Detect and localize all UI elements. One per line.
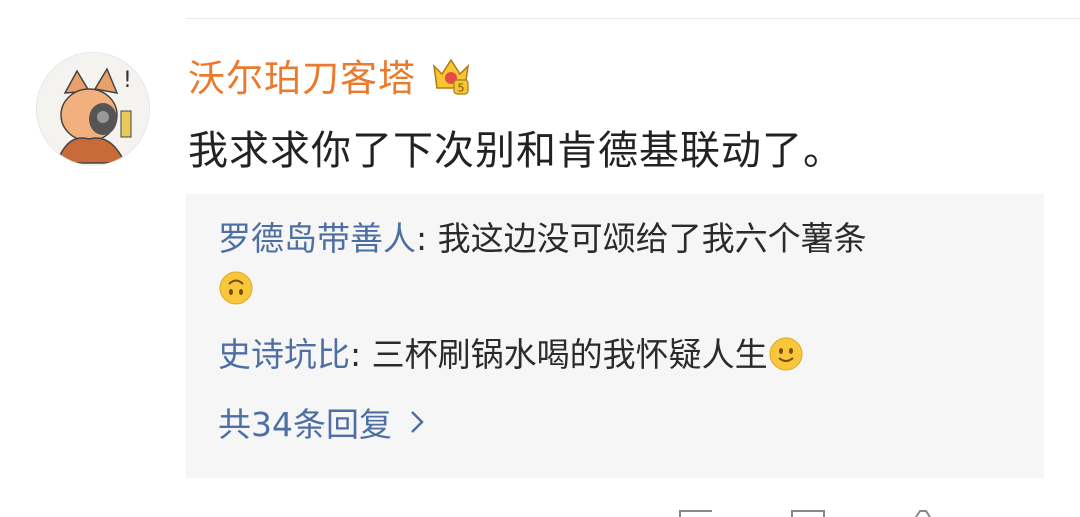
svg-text:5: 5 [458,82,465,95]
username[interactable]: 沃尔珀刀客塔 [188,48,416,102]
comment-icon[interactable] [788,508,828,517]
reply-separator: : [416,219,438,258]
avatar[interactable]: ! [36,52,150,166]
reply-item[interactable]: 罗德岛带善人: 我这边没可颂给了我六个薯条 [218,214,998,314]
slight-smile-emoji [769,337,803,371]
comment-text: 我求求你了下次别和肯德基联动了。 [188,128,844,174]
more-replies-label: 共34条回复 [218,405,392,444]
reply-text: 我这边没可颂给了我六个薯条 [437,219,867,258]
reply-preview-box[interactable]: 罗德岛带善人: 我这边没可颂给了我六个薯条 史诗坑比: 三杯刷锅水喝的我怀疑人生… [186,194,1044,478]
repost-icon[interactable] [676,508,716,517]
top-divider [186,18,1080,19]
reply-author[interactable]: 史诗坑比 [218,335,350,374]
reply-item[interactable]: 史诗坑比: 三杯刷锅水喝的我怀疑人生 [218,330,998,380]
username-row: 沃尔珀刀客塔 5 [188,50,474,100]
reply-author[interactable]: 罗德岛带善人 [218,219,416,258]
reply-text: 三杯刷锅水喝的我怀疑人生 [371,335,768,374]
view-more-replies-link[interactable]: 共34条回复 [218,398,426,446]
vip-crown-icon: 5 [432,58,470,95]
chevron-right-icon [411,411,424,433]
svg-text:!: ! [123,68,132,93]
like-icon[interactable] [908,508,938,517]
upside-down-face-emoji [219,271,253,305]
reply-separator: : [350,335,372,374]
